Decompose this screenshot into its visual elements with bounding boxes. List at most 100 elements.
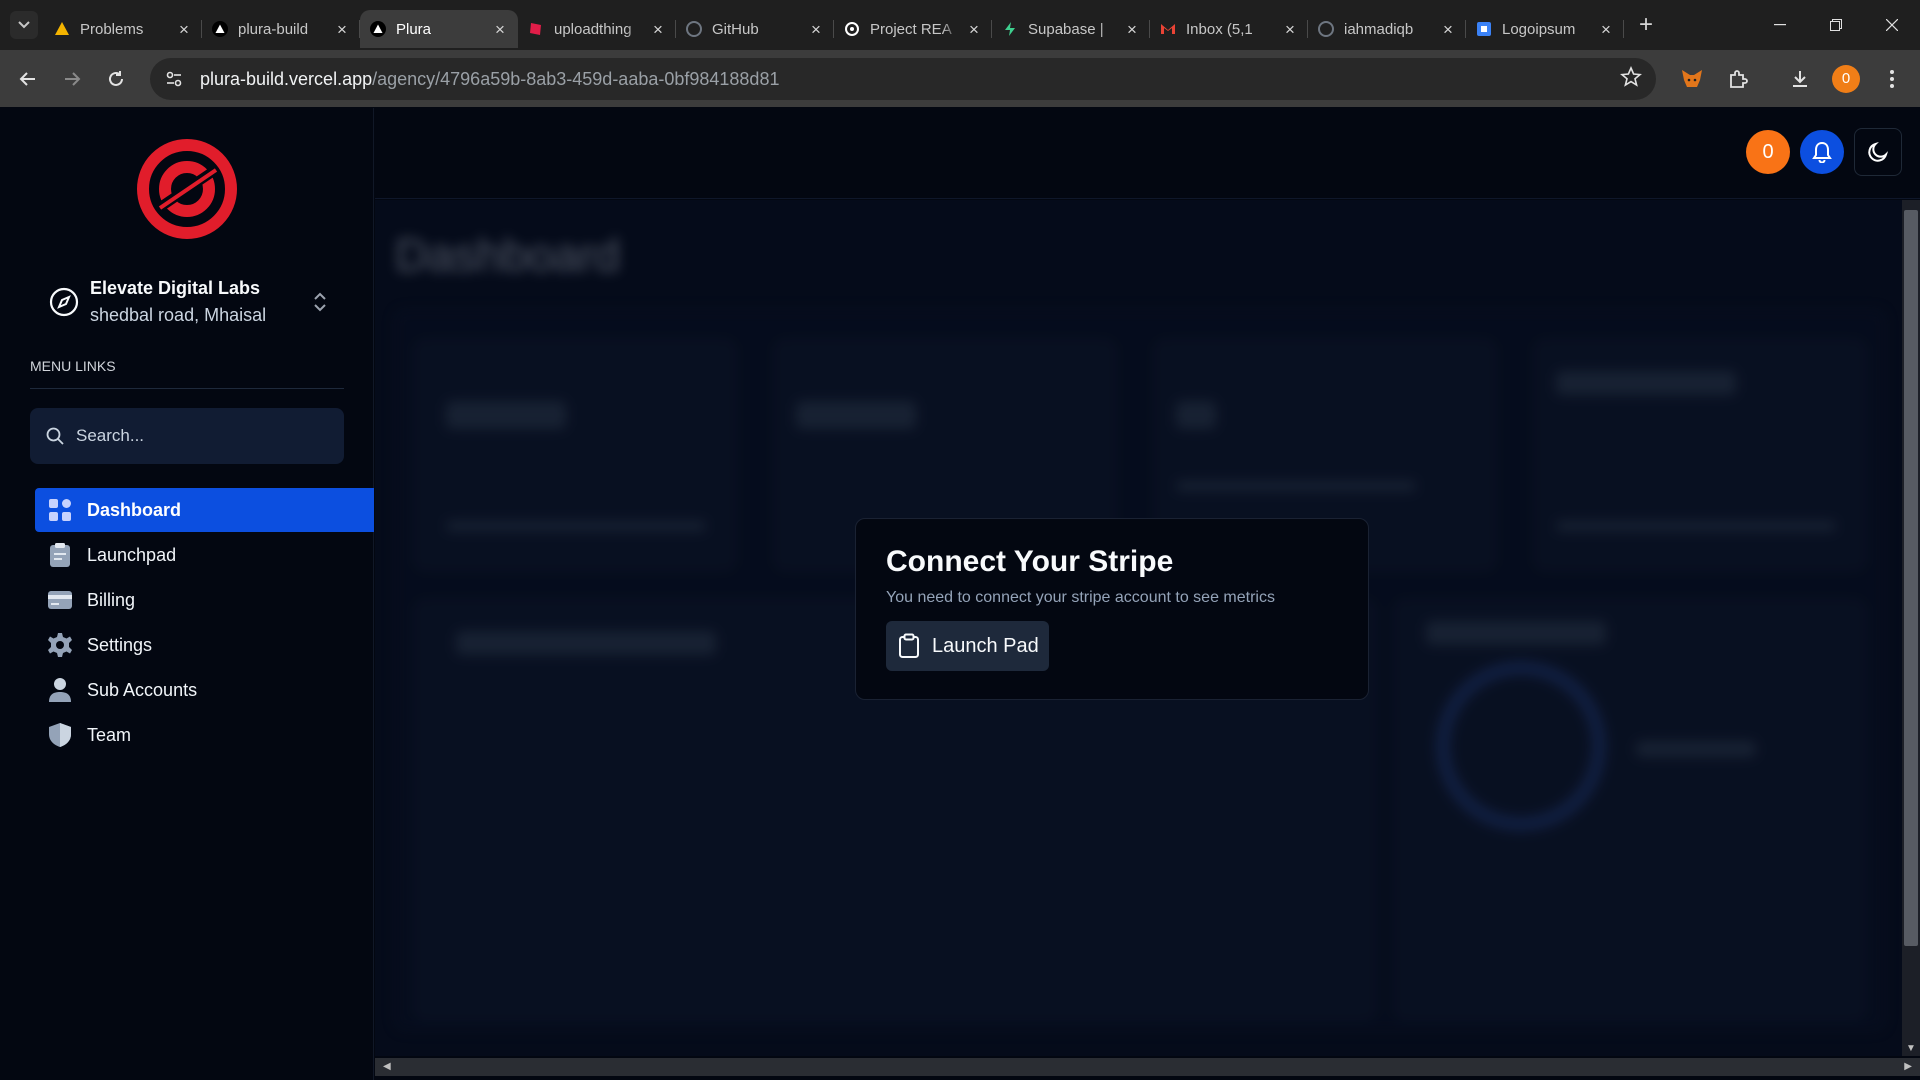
notification-count-badge[interactable]: 0	[1746, 130, 1790, 174]
sidebar-item-sub-accounts[interactable]: Sub Accounts	[35, 668, 374, 712]
account-name: Elevate Digital Labs	[90, 278, 261, 298]
dashboard-content: Dashboard Connect Your Stripe You need t…	[375, 200, 1902, 1056]
restore-button[interactable]	[1808, 0, 1864, 50]
sidebar-item-billing[interactable]: Billing	[35, 578, 374, 622]
profile-avatar: 0	[1832, 64, 1860, 93]
site-info-button[interactable]	[160, 65, 188, 93]
scroll-right-icon[interactable]: ▶	[1904, 1061, 1912, 1072]
download-icon	[1793, 70, 1807, 87]
close-icon[interactable]: ×	[176, 21, 192, 38]
extensions-button[interactable]	[1720, 61, 1756, 97]
browser-tab[interactable]: iahmadiqb ×	[1308, 10, 1466, 48]
browser-tab-active[interactable]: Plura ×	[360, 10, 518, 48]
close-icon[interactable]: ×	[1440, 21, 1456, 38]
sidebar: Elevate Digital Labs shedbal road, Mhais…	[0, 108, 374, 1080]
sidebar-item-dashboard[interactable]: Dashboard	[35, 488, 374, 532]
credit-card-icon	[47, 587, 73, 613]
tab-search-button[interactable]	[10, 11, 38, 39]
back-button[interactable]	[12, 63, 44, 95]
toolbar-extensions: 0	[1664, 50, 1920, 107]
more-vertical-icon	[1890, 69, 1894, 88]
browser-tab[interactable]: Supabase | ×	[992, 10, 1150, 48]
close-icon[interactable]: ×	[1124, 21, 1140, 38]
sidebar-item-settings[interactable]: Settings	[35, 623, 374, 667]
account-info: Elevate Digital Labs shedbal road, Mhais…	[90, 278, 310, 326]
close-icon[interactable]: ×	[1282, 21, 1298, 38]
main-area: 0 Dashboard Connect Your Stripe You need…	[375, 108, 1920, 1080]
browser-tab[interactable]: Problems ×	[44, 10, 202, 48]
sidebar-item-label: Settings	[87, 634, 153, 655]
theme-toggle-button[interactable]	[1854, 128, 1902, 176]
vertical-scrollbar[interactable]: ▼	[1902, 200, 1920, 1056]
connect-stripe-description: You need to connect your stripe account …	[886, 589, 1275, 606]
reload-button[interactable]	[100, 63, 132, 95]
close-icon[interactable]: ×	[492, 21, 508, 38]
browser-tab[interactable]: plura-build ×	[202, 10, 360, 48]
scroll-left-icon[interactable]: ◀	[383, 1061, 391, 1072]
search-icon	[46, 427, 64, 445]
browser-tab[interactable]: Logoipsum ×	[1466, 10, 1624, 48]
browser-toolbar: plura-build.vercel.app/agency/4796a59b-8…	[0, 50, 1920, 107]
browser-tab-strip: Problems × plura-build × Plura × uploadt…	[0, 0, 1920, 50]
minimize-button[interactable]	[1752, 0, 1808, 50]
search-input[interactable]	[76, 426, 316, 446]
account-address: shedbal road, Mhaisal	[90, 305, 267, 325]
close-window-button[interactable]	[1864, 0, 1920, 50]
sidebar-item-label: Sub Accounts	[87, 679, 198, 700]
sidebar-item-team[interactable]: Team	[35, 713, 374, 757]
github-icon	[686, 21, 702, 37]
vercel-icon	[212, 21, 228, 37]
browser-tab[interactable]: Inbox (5,1 ×	[1150, 10, 1308, 48]
browser-tab[interactable]: uploadthing ×	[518, 10, 676, 48]
sidebar-search[interactable]	[30, 408, 344, 464]
browser-tab[interactable]: Project REA ×	[834, 10, 992, 48]
close-icon[interactable]: ×	[650, 21, 666, 38]
close-icon	[1886, 19, 1898, 31]
supabase-icon	[1002, 21, 1018, 37]
tab-title: GitHub	[712, 20, 759, 38]
profile-button[interactable]: 0	[1828, 61, 1864, 97]
forward-button[interactable]	[56, 63, 88, 95]
metamask-extension-button[interactable]	[1674, 61, 1710, 97]
github-icon	[1318, 21, 1334, 37]
sidebar-item-label: Team	[87, 724, 132, 745]
horizontal-scrollbar[interactable]: ◀ ▶	[375, 1058, 1920, 1076]
browser-menu-button[interactable]	[1874, 61, 1910, 97]
gear-icon	[47, 632, 73, 658]
bell-icon	[1812, 141, 1832, 163]
moon-icon	[1868, 141, 1889, 162]
arrow-left-icon	[19, 71, 35, 86]
new-tab-button[interactable]: +	[1632, 11, 1660, 39]
url-host: plura-build.vercel.app	[200, 68, 373, 89]
clipboard-icon	[899, 633, 919, 658]
url-path: /agency/4796a59b-8ab3-459d-aaba-0bf98418…	[372, 68, 780, 89]
arrow-right-icon	[65, 71, 81, 86]
blurred-conversion-card	[1395, 600, 1865, 1020]
downloads-button[interactable]	[1782, 61, 1818, 97]
launch-pad-button[interactable]: Launch Pad	[886, 621, 1049, 671]
tab-title: Logoipsum	[1502, 20, 1576, 38]
puzzle-icon	[1730, 69, 1748, 88]
sidebar-item-launchpad[interactable]: Launchpad	[35, 533, 374, 577]
scroll-down-icon[interactable]: ▼	[1906, 1043, 1916, 1054]
sidebar-nav: Dashboard Launchpad Billing Settings Sub…	[35, 488, 374, 758]
close-icon[interactable]: ×	[808, 21, 824, 38]
app-topbar: 0	[375, 108, 1920, 199]
shield-icon	[47, 722, 73, 748]
close-icon[interactable]: ×	[334, 21, 350, 38]
address-bar[interactable]: plura-build.vercel.app/agency/4796a59b-8…	[150, 58, 1656, 100]
chevron-up-down-icon	[314, 292, 326, 312]
bookmark-star-button[interactable]	[1620, 65, 1642, 93]
notifications-button[interactable]	[1800, 130, 1844, 174]
star-icon	[1620, 65, 1642, 87]
clipboard-icon	[47, 542, 73, 568]
vertical-scrollbar-thumb[interactable]	[1904, 210, 1918, 946]
account-switcher[interactable]: Elevate Digital Labs shedbal road, Mhais…	[48, 272, 330, 332]
close-icon[interactable]: ×	[1598, 21, 1614, 38]
close-icon[interactable]: ×	[966, 21, 982, 38]
minimize-icon	[1774, 24, 1786, 26]
vercel-icon	[370, 21, 386, 37]
browser-tab[interactable]: GitHub ×	[676, 10, 834, 48]
tab-title: Plura	[396, 20, 432, 38]
tab-title: iahmadiqb	[1344, 20, 1414, 38]
